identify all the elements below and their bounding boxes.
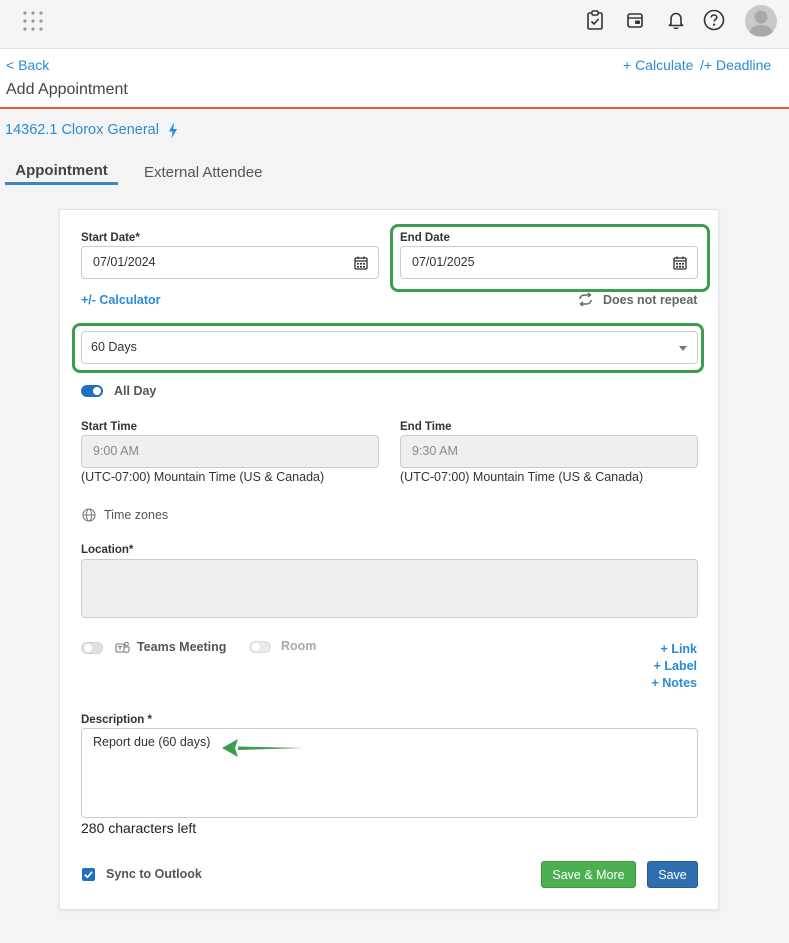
tab-appointment[interactable]: Appointment xyxy=(5,162,118,185)
chevron-down-icon xyxy=(679,346,687,351)
calendar-icon[interactable] xyxy=(673,256,687,270)
add-notes-link[interactable]: + Notes xyxy=(651,676,697,690)
end-timezone-text: (UTC-07:00) Mountain Time (US & Canada) xyxy=(400,470,644,484)
page-title: Add Appointment xyxy=(6,81,128,98)
description-value: Report due (60 days) xyxy=(93,735,211,749)
save-button[interactable]: Save xyxy=(647,861,698,888)
calendar-wallet-icon[interactable] xyxy=(624,9,646,31)
start-time-value: 9:00 AM xyxy=(93,444,139,458)
repeat-setting[interactable]: Does not repeat xyxy=(603,293,697,307)
description-field[interactable]: Report due (60 days) xyxy=(81,728,698,818)
user-avatar-icon[interactable] xyxy=(745,5,777,37)
start-timezone-text: (UTC-07:00) Mountain Time (US & Canada) xyxy=(81,470,325,484)
globe-icon xyxy=(82,508,96,522)
start-time-field[interactable]: 9:00 AM xyxy=(81,435,379,468)
all-day-toggle[interactable] xyxy=(81,385,103,397)
time-zones-link[interactable]: Time zones xyxy=(104,508,168,522)
end-date-label: End Date xyxy=(400,232,450,244)
back-link[interactable]: < Back xyxy=(6,57,49,73)
page-header: < Back Add Appointment + Calculate /+ De… xyxy=(0,49,789,109)
end-date-field[interactable]: 07/01/2025 xyxy=(400,246,698,279)
room-label: Room xyxy=(281,639,317,653)
all-day-label: All Day xyxy=(114,384,157,398)
help-circle-icon[interactable] xyxy=(703,9,725,31)
lightning-bolt-icon xyxy=(169,122,177,139)
start-date-field[interactable]: 07/01/2024 xyxy=(81,246,379,279)
start-date-value: 07/01/2024 xyxy=(93,255,156,269)
apps-grid-icon[interactable] xyxy=(22,10,44,32)
annotation-arrow-icon xyxy=(222,739,304,757)
repeat-icon[interactable] xyxy=(577,292,594,307)
teams-meeting-label: Teams Meeting xyxy=(137,640,227,654)
duration-value: 60 Days xyxy=(91,340,137,354)
teams-meeting-toggle[interactable] xyxy=(81,642,103,654)
clipboard-check-icon[interactable] xyxy=(584,9,606,31)
teams-icon xyxy=(115,641,130,653)
save-and-more-button[interactable]: Save & More xyxy=(541,861,636,888)
end-time-field[interactable]: 9:30 AM xyxy=(400,435,698,468)
sync-outlook-checkbox[interactable] xyxy=(82,868,95,881)
start-time-label: Start Time xyxy=(81,421,138,433)
bell-icon[interactable] xyxy=(665,9,687,31)
calculator-link[interactable]: +/- Calculator xyxy=(81,293,161,307)
appointment-form-card: Start Date* 07/01/2024 End Date 07/01/20… xyxy=(59,209,719,910)
calculate-link[interactable]: + Calculate xyxy=(623,57,693,73)
room-toggle[interactable] xyxy=(249,641,271,653)
location-label: Location* xyxy=(81,544,134,556)
start-date-label: Start Date* xyxy=(81,232,140,244)
characters-left-text: 280 characters left xyxy=(81,820,197,836)
add-label-link[interactable]: + Label xyxy=(654,659,697,673)
duration-select[interactable]: 60 Days xyxy=(81,331,698,364)
add-link-link[interactable]: + Link xyxy=(661,642,697,656)
sync-outlook-label: Sync to Outlook xyxy=(106,867,202,881)
end-time-value: 9:30 AM xyxy=(412,444,458,458)
description-label: Description * xyxy=(81,714,152,726)
tab-external-attendee[interactable]: External Attendee xyxy=(144,164,262,181)
end-date-value: 07/01/2025 xyxy=(412,255,475,269)
calendar-icon[interactable] xyxy=(354,256,368,270)
location-field[interactable] xyxy=(81,559,698,618)
top-bar xyxy=(0,0,789,49)
deadline-link[interactable]: /+ Deadline xyxy=(700,57,771,73)
matter-link[interactable]: 14362.1 Clorox General xyxy=(5,122,159,138)
end-time-label: End Time xyxy=(400,421,452,433)
